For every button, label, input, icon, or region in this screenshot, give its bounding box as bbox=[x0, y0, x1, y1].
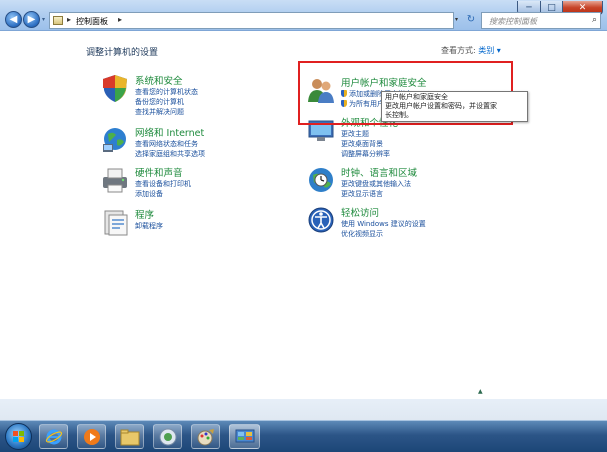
category-link[interactable]: 查找并解决问题 bbox=[135, 107, 184, 117]
category-link[interactable]: 优化视频显示 bbox=[341, 229, 383, 239]
control-panel-content: 调整计算机的设置 查看方式: 类别 ▾ 系统和安全 查看您的计算机状态 备份您的… bbox=[0, 31, 607, 399]
folder-icon bbox=[120, 429, 139, 445]
programs-icon[interactable] bbox=[100, 207, 130, 237]
category-link[interactable]: 调整屏幕分辨率 bbox=[341, 149, 390, 159]
category-link[interactable]: 备份您的计算机 bbox=[135, 97, 184, 107]
category-link[interactable]: 更改键盘或其他输入法 bbox=[341, 179, 411, 189]
page-title: 调整计算机的设置 bbox=[86, 48, 159, 58]
forward-button[interactable]: ▶ bbox=[23, 11, 40, 28]
breadcrumb-separator[interactable]: ▸ bbox=[67, 15, 71, 24]
category-link[interactable]: 添加设备 bbox=[135, 189, 163, 199]
breadcrumb-separator[interactable]: ▸ bbox=[118, 15, 122, 24]
media-player-icon bbox=[83, 428, 100, 445]
category-title[interactable]: 系统和安全 bbox=[135, 73, 183, 87]
back-button[interactable]: ◀ bbox=[5, 11, 22, 28]
view-by-dropdown[interactable]: 类别 ▾ bbox=[478, 46, 501, 55]
explorer-icon[interactable] bbox=[115, 424, 144, 449]
clock-globe-icon[interactable] bbox=[306, 165, 336, 195]
media-center-icon[interactable] bbox=[153, 424, 182, 449]
recent-pages-dropdown[interactable]: ▾ bbox=[42, 16, 45, 23]
control-panel-icon[interactable] bbox=[229, 424, 260, 449]
address-dropdown[interactable]: ▾ bbox=[455, 16, 458, 23]
tooltip-line: 用户帐户和家庭安全 bbox=[385, 93, 448, 101]
mouse-cursor-icon: ▲ bbox=[478, 388, 483, 395]
view-by: 查看方式: 类别 ▾ bbox=[441, 45, 501, 56]
tooltip-line: 长控制。 bbox=[385, 111, 413, 119]
category-link[interactable]: 选择家庭组和共享选项 bbox=[135, 149, 205, 159]
title-bar: ─ □ ✕ ◀ ▶ ▾ ▸ 控制面板 ▸ ▾ ↻ 搜索控制面板 ⌕ bbox=[0, 0, 607, 31]
media-player-icon[interactable] bbox=[77, 424, 106, 449]
address-bar[interactable]: ▸ 控制面板 ▸ bbox=[49, 12, 454, 29]
category-link[interactable]: 卸载程序 bbox=[135, 221, 163, 231]
taskbar bbox=[0, 420, 607, 452]
tooltip-line: 更改用户帐户设置和密码，并设置家 bbox=[385, 102, 497, 110]
tooltip: 用户帐户和家庭安全 更改用户帐户设置和密码，并设置家 长控制。 bbox=[381, 91, 528, 122]
category-link[interactable]: 查看设备和打印机 bbox=[135, 179, 191, 189]
media-center-icon bbox=[159, 428, 176, 445]
category-link[interactable]: 查看您的计算机状态 bbox=[135, 87, 198, 97]
ie-icon[interactable] bbox=[39, 424, 68, 449]
windows-logo-icon bbox=[13, 431, 24, 442]
desktop-background bbox=[0, 399, 607, 420]
category-title[interactable]: 时钟、语言和区域 bbox=[341, 165, 417, 179]
breadcrumb-control-panel[interactable]: 控制面板 bbox=[76, 16, 108, 27]
view-by-label: 查看方式: bbox=[441, 46, 476, 55]
network-globe-icon[interactable] bbox=[100, 125, 130, 155]
category-link[interactable]: 查看网络状态和任务 bbox=[135, 139, 198, 149]
search-box[interactable]: 搜索控制面板 ⌕ bbox=[481, 12, 601, 29]
shield-icon[interactable] bbox=[100, 73, 130, 103]
search-input[interactable]: 搜索控制面板 bbox=[489, 16, 537, 27]
category-title[interactable]: 网络和 Internet bbox=[135, 125, 204, 139]
printer-icon[interactable] bbox=[100, 165, 130, 195]
category-link[interactable]: 使用 Windows 建议的设置 bbox=[341, 219, 426, 229]
accessibility-icon[interactable] bbox=[306, 205, 336, 235]
paint-icon[interactable] bbox=[191, 424, 220, 449]
category-link[interactable]: 更改显示语言 bbox=[341, 189, 383, 199]
control-panel-small-icon bbox=[53, 16, 63, 25]
refresh-button[interactable]: ↻ bbox=[464, 13, 478, 27]
paint-icon bbox=[197, 428, 214, 445]
category-title[interactable]: 硬件和声音 bbox=[135, 165, 183, 179]
category-title[interactable]: 轻松访问 bbox=[341, 205, 379, 219]
start-button[interactable] bbox=[5, 423, 32, 450]
category-link[interactable]: 更改桌面背景 bbox=[341, 139, 383, 149]
search-icon[interactable]: ⌕ bbox=[592, 15, 597, 25]
control-panel-icon bbox=[235, 429, 254, 442]
category-title[interactable]: 程序 bbox=[135, 207, 154, 221]
category-link[interactable]: 更改主题 bbox=[341, 129, 369, 139]
ie-icon bbox=[45, 429, 62, 444]
